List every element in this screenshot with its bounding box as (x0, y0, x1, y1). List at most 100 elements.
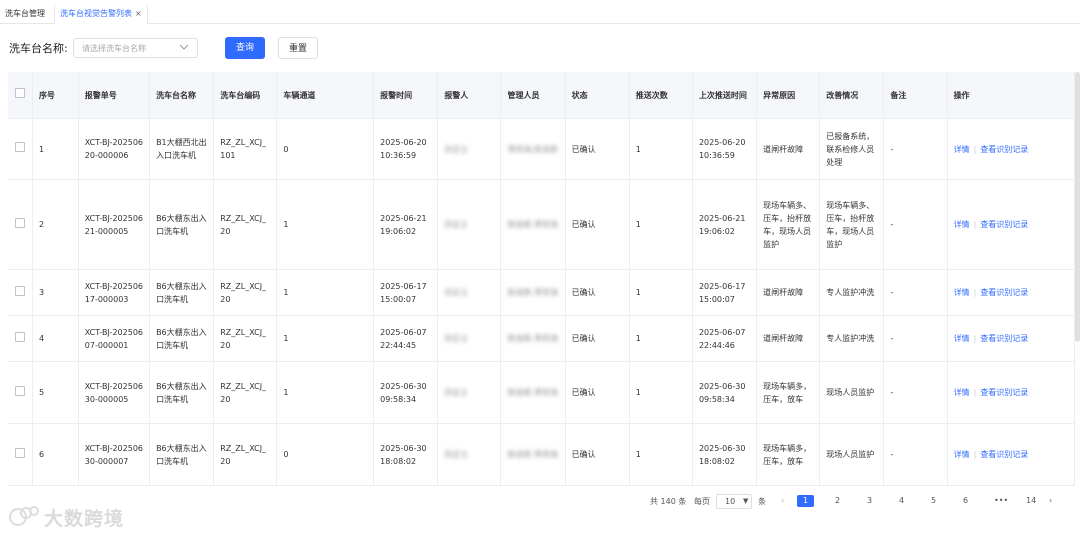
cell-last-push: 2025-06-17 15:00:07 (692, 269, 758, 316)
cell-no: 1 (32, 118, 79, 180)
cell-reason: 现场车辆多，压车，放车 (756, 361, 821, 424)
page-size-value: 10 (725, 497, 736, 506)
row-checkbox[interactable] (8, 179, 33, 270)
cell-status: 已确认 (565, 179, 630, 270)
cell-alarm-id: XCT-BJ-20250607-000001 (78, 315, 151, 362)
cell-time: 2025-06-21 19:06:02 (373, 179, 439, 270)
col-header: 异常原因 (756, 72, 821, 119)
cell-remark: - (883, 423, 948, 486)
cell-code: RZ_ZL_XCJ_20 (213, 423, 278, 486)
row-checkbox[interactable] (8, 361, 33, 424)
cell-improve: 专人监护冲洗 (819, 269, 885, 316)
cell-improve: 现场人员监护 (819, 423, 885, 486)
cell-push: 1 (629, 179, 693, 270)
page-1[interactable]: 1 (797, 495, 815, 507)
cell-push: 1 (629, 315, 693, 362)
view-records-link[interactable]: 查看识别记录 (980, 334, 1028, 343)
car-wash-name-select[interactable]: 请选择洗车台名称 (73, 38, 198, 58)
cell-reason: 道闸杆故障 (756, 118, 821, 180)
page-2[interactable]: 2 (835, 496, 840, 505)
cell-improve: 已报备系统，联系检修人员处理 (819, 118, 885, 180)
cell-actions: 详情 | 查看识别记录 (947, 269, 1075, 316)
cell-managers: 陈佳新,李宗海 (500, 179, 566, 270)
view-records-link[interactable]: 查看识别记录 (980, 450, 1028, 459)
row-checkbox[interactable] (8, 118, 33, 180)
cell-managers: 陈佳新,李宗海 (500, 361, 566, 424)
page-size-select[interactable]: 10 ▼ (716, 494, 752, 509)
cell-reason: 现场车辆多，压车，放车 (756, 423, 821, 486)
row-checkbox[interactable] (8, 423, 33, 486)
cell-actions: 详情 | 查看识别记录 (947, 118, 1075, 180)
cell-no: 6 (32, 423, 79, 486)
cell-name: B6大棚东出入口洗车机 (149, 361, 215, 424)
table-row: 4 XCT-BJ-20250607-000001 B6大棚东出入口洗车机 RZ_… (8, 315, 1075, 362)
col-header: 报警时间 (373, 72, 439, 119)
cell-no: 2 (32, 179, 79, 270)
cell-alarm-id: XCT-BJ-20250630-000005 (78, 361, 151, 424)
cell-alarm-id: XCT-BJ-20250621-000005 (78, 179, 151, 270)
cell-improve: 专人监护冲洗 (819, 315, 885, 362)
cell-reason: 道闸杆故障 (756, 315, 821, 362)
watermark-text: 大数跨境 (44, 508, 125, 530)
page-5[interactable]: 5 (931, 496, 936, 505)
view-records-link[interactable]: 查看识别记录 (980, 145, 1028, 154)
page-ellipsis[interactable]: ••• (994, 496, 1008, 505)
page-14[interactable]: 14 (1026, 496, 1036, 505)
cell-status: 已确认 (565, 315, 630, 362)
page-4[interactable]: 4 (899, 496, 904, 505)
query-button[interactable]: 查询 (225, 37, 265, 59)
page-3[interactable]: 3 (867, 496, 872, 505)
cell-reporter: 孙正士 (437, 423, 502, 486)
detail-link[interactable]: 详情 (954, 145, 970, 154)
cell-remark: - (883, 315, 948, 362)
detail-link[interactable]: 详情 (954, 220, 970, 229)
total-count: 共 140 条 (650, 497, 687, 506)
table-row: 2 XCT-BJ-20250621-000005 B6大棚东出入口洗车机 RZ_… (8, 179, 1075, 270)
detail-link[interactable]: 详情 (954, 288, 970, 297)
cell-push: 1 (629, 118, 693, 180)
page-6[interactable]: 6 (963, 496, 968, 505)
detail-link[interactable]: 详情 (954, 334, 970, 343)
view-records-link[interactable]: 查看识别记录 (980, 220, 1028, 229)
cell-time: 2025-06-07 22:44:45 (373, 315, 439, 362)
caret-down-icon: ▼ (743, 497, 749, 505)
col-header: 报警单号 (78, 72, 151, 119)
cell-lane: 1 (276, 315, 375, 362)
cell-remark: - (883, 269, 948, 316)
close-icon[interactable]: × (135, 9, 142, 18)
chevron-down-icon (179, 44, 189, 50)
select-all-checkbox[interactable] (8, 72, 33, 119)
cell-push: 1 (629, 361, 693, 424)
cell-name: B6大棚东出入口洗车机 (149, 423, 215, 486)
cell-code: RZ_ZL_XCJ_20 (213, 315, 278, 362)
view-records-link[interactable]: 查看识别记录 (980, 388, 1028, 397)
pagination: 共 140 条 每页 10 ▼ 条 ‹ 1 2 3 4 5 6 ••• 14 › (0, 494, 1080, 510)
cell-code: RZ_ZL_XCJ_20 (213, 269, 278, 316)
cell-push: 1 (629, 423, 693, 486)
cell-lane: 1 (276, 179, 375, 270)
detail-link[interactable]: 详情 (954, 450, 970, 459)
col-header: 操作 (947, 72, 1075, 119)
row-checkbox[interactable] (8, 315, 33, 362)
cell-no: 5 (32, 361, 79, 424)
cell-reporter: 孙正士 (437, 118, 502, 180)
reset-button[interactable]: 重置 (278, 37, 318, 59)
cell-actions: 详情 | 查看识别记录 (947, 361, 1075, 424)
tab-car-wash-management[interactable]: 洗车台管理 (0, 5, 50, 23)
tab-alarm-list[interactable]: 洗车台视觉告警列表 × (54, 5, 148, 24)
row-checkbox[interactable] (8, 269, 33, 316)
cell-status: 已确认 (565, 423, 630, 486)
cell-improve: 现场人员监护 (819, 361, 885, 424)
prev-page-icon[interactable]: ‹ (781, 496, 784, 505)
watermark-logo-icon (9, 506, 39, 526)
view-records-link[interactable]: 查看识别记录 (980, 288, 1028, 297)
col-header: 上次推送时间 (692, 72, 758, 119)
cell-managers: 李宗海,陈佳新 (500, 118, 566, 180)
table-scrollbar[interactable] (1075, 72, 1080, 342)
alarm-table: 序号 报警单号 洗车台名称 洗车台编码 车辆通道 报警时间 报警人 管理人员 状… (8, 72, 1075, 488)
table-row: 1 XCT-BJ-20250620-000006 B1大棚西北出入口洗车机 RZ… (8, 118, 1075, 180)
cell-code: RZ_ZL_XCJ_20 (213, 179, 278, 270)
detail-link[interactable]: 详情 (954, 388, 970, 397)
next-page-icon[interactable]: › (1049, 496, 1052, 505)
tab-alarm-list-label: 洗车台视觉告警列表 (60, 9, 132, 18)
